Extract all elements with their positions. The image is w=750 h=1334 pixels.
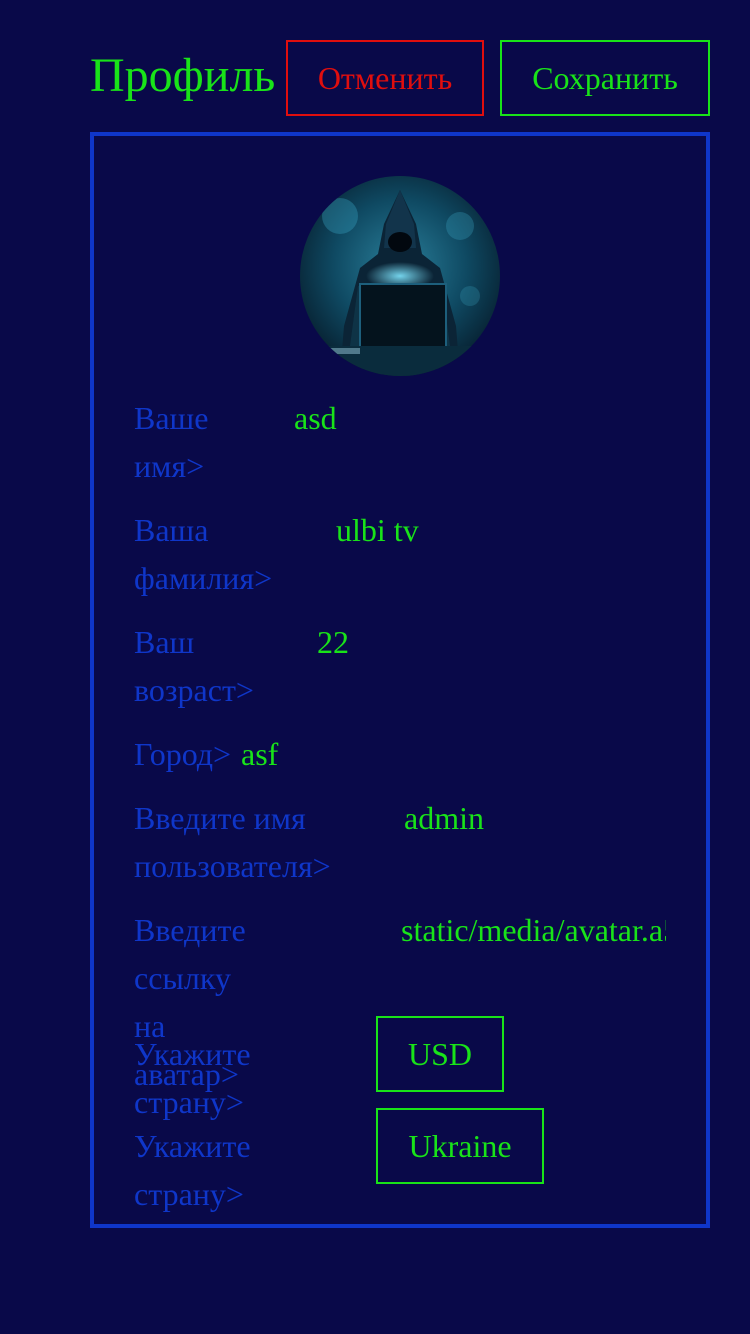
- cancel-button[interactable]: Отменить: [286, 40, 484, 116]
- currency-select[interactable]: USD: [376, 1016, 504, 1092]
- age-label: Ваш возраст>: [134, 624, 254, 708]
- username-label: Введите имя пользователя>: [134, 800, 331, 884]
- city-label: Город>: [134, 736, 232, 772]
- avatar-link-input[interactable]: [401, 906, 666, 954]
- profile-header: Профиль Отменить Сохранить: [90, 40, 710, 116]
- last-name-input[interactable]: [336, 506, 636, 554]
- hacker-avatar-icon: [300, 176, 500, 376]
- avatar: [300, 176, 500, 376]
- currency-label: Укажите страну>: [134, 1036, 251, 1120]
- age-input[interactable]: [317, 618, 617, 666]
- profile-card: Ваше имя> Ваша фамилия> Ваш возраст> Гор…: [90, 132, 710, 1228]
- country-label: Укажите страну>: [134, 1128, 251, 1212]
- first-name-input[interactable]: [294, 394, 594, 442]
- city-input[interactable]: [241, 730, 541, 778]
- username-input[interactable]: [404, 794, 664, 842]
- save-button[interactable]: Сохранить: [500, 40, 710, 116]
- country-select[interactable]: Ukraine: [376, 1108, 544, 1184]
- last-name-label: Ваша фамилия>: [134, 512, 273, 596]
- first-name-label: Ваше имя>: [134, 400, 209, 484]
- page-title: Профиль: [90, 49, 276, 102]
